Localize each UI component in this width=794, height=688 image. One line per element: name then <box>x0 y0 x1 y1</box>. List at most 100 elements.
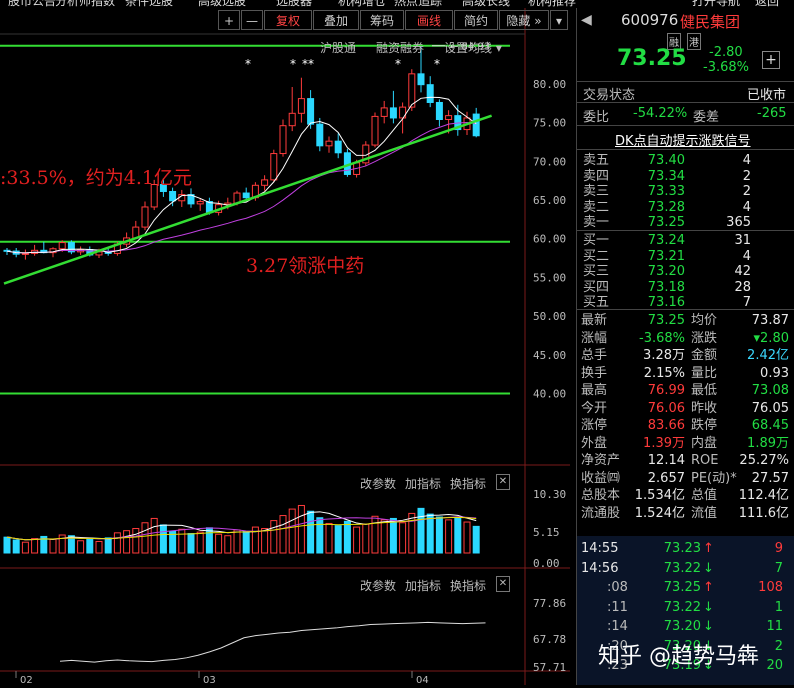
sh-connect-link[interactable]: 沪股通 <box>320 39 356 56</box>
candle-body <box>58 242 66 250</box>
dk-signal-link[interactable]: DK点自动提示涨跌信号 <box>615 130 751 149</box>
top-menu-item[interactable]: 选股器 <box>276 0 312 7</box>
add-watchlist-button[interactable]: + <box>762 51 780 69</box>
quote-cell: 2 <box>774 638 783 654</box>
top-menu-bar: 股市公告 分析师指数 条件选股 高级选股 选股器 机构增仓 热点追踪 高级长线 机构推荐 打开导航… <box>0 0 794 7</box>
quote-cell: 1.89万 <box>747 435 789 451</box>
quote-cell: 卖二 <box>583 199 610 215</box>
quote-cell: 总值 <box>691 488 718 503</box>
quote-cell: 收益㈣ <box>581 470 621 486</box>
panel1-add-indicator-button[interactable]: 加指标 <box>405 475 441 492</box>
top-menu-item[interactable]: 股市公告 <box>8 0 56 7</box>
candle-body <box>325 140 333 147</box>
prev-stock-icon[interactable]: ◀ <box>581 12 592 28</box>
volume-bar <box>380 519 388 554</box>
quote-cell: 73.22 <box>663 599 701 615</box>
top-menu-item[interactable]: 返回 <box>755 0 779 7</box>
quote-cell: 净资产 <box>581 453 621 468</box>
panel2-params-button[interactable]: 改参数 <box>360 577 396 594</box>
quote-cell: 73.20 <box>663 619 701 634</box>
panel2-add-indicator-button[interactable]: 加指标 <box>405 577 441 594</box>
hide-button[interactable]: 隐藏 » <box>499 10 549 30</box>
quote-cell: 73.87 <box>751 313 789 328</box>
volume-bar <box>141 522 149 554</box>
price-axis-label: 75.00 <box>533 117 566 130</box>
panel2-close-icon[interactable]: ✕ <box>496 576 510 592</box>
draw-line-button[interactable]: 画线 <box>405 10 453 30</box>
quote-cell: 昨收 <box>691 400 718 416</box>
quote-cell: 76.05 <box>751 400 789 416</box>
volume-bar <box>270 520 278 554</box>
volume-bar <box>371 515 379 554</box>
quote-row: 买二 73.21 4 <box>577 248 794 265</box>
quote-cell: 金额 <box>691 348 718 363</box>
chips-button[interactable]: 筹码 <box>360 10 404 30</box>
panel2-switch-indicator-button[interactable]: 换指标 <box>450 577 486 594</box>
annotation-sector-lead: 3.27领涨中药 <box>246 255 365 277</box>
quote-cell: ↓ <box>703 619 714 634</box>
volume-bar <box>325 522 333 554</box>
quote-cell: 1.524亿 <box>634 505 685 521</box>
candle-body <box>288 112 296 127</box>
order-ratio: -54.22% <box>633 106 688 121</box>
margin-trading-link[interactable]: 融资融券 <box>376 39 424 56</box>
quote-cell: 卖四 <box>583 168 610 184</box>
volume-bar <box>12 539 20 554</box>
quote-cell: 1 <box>774 599 783 615</box>
restore-rights-button[interactable]: 复权 <box>264 10 312 30</box>
quote-cell: 内盘 <box>691 435 718 451</box>
panel1-close-icon[interactable]: ✕ <box>496 474 510 490</box>
quote-row: 买三 73.20 42 <box>577 263 794 280</box>
quote-row: 买一 73.24 31 <box>577 232 794 249</box>
panel1-params-button[interactable]: 改参数 <box>360 475 396 492</box>
volume-bar <box>77 540 85 554</box>
quote-row: 买四 73.18 28 <box>577 279 794 296</box>
volume-bar <box>132 528 140 554</box>
volume-bar <box>95 540 103 554</box>
quote-cell: 76.06 <box>647 400 685 416</box>
volume-bar <box>389 517 397 554</box>
trade-status-label: 交易状态 <box>583 88 636 103</box>
top-menu-item[interactable]: 打开导航 <box>692 0 740 7</box>
candle-body <box>297 98 305 114</box>
quote-cell: 流值 <box>691 505 718 521</box>
overlay-button[interactable]: 叠加 <box>313 10 359 30</box>
quote-cell: 涨跌 <box>691 330 718 346</box>
zoom-in-button[interactable]: + <box>218 10 240 30</box>
simple-button[interactable]: 简约 <box>454 10 498 30</box>
quote-cell: 12.14 <box>647 453 685 468</box>
candle-body <box>196 201 204 205</box>
quote-cell: 1.534亿 <box>634 488 685 503</box>
candle-body <box>316 123 324 147</box>
top-menu-item[interactable]: 机构增仓 <box>338 0 386 7</box>
quote-row: 卖五 73.40 4 <box>577 152 794 169</box>
quote-cell: 73.25 <box>647 313 685 328</box>
top-menu-item[interactable]: 条件选股 <box>125 0 173 7</box>
quote-cell: 0.93 <box>760 365 789 381</box>
candle-body <box>417 73 425 86</box>
ma-settings-link[interactable]: 设置均线 ▾ <box>444 39 502 56</box>
top-menu-item[interactable]: 高级选股 <box>198 0 246 7</box>
quote-row: 14:56 73.22 ↓ 7 <box>577 560 794 577</box>
quote-cell: 28 <box>734 279 751 295</box>
price-axis-label: 70.00 <box>533 155 566 168</box>
quote-cell: 27.57 <box>751 470 789 486</box>
top-menu-item[interactable]: 分析师指数 <box>55 0 115 7</box>
quote-cell: 买二 <box>583 248 610 264</box>
candle-body <box>307 98 315 125</box>
volume-bar <box>343 520 351 554</box>
volume-bar <box>307 510 315 554</box>
volume-bar <box>334 525 342 554</box>
panel1-switch-indicator-button[interactable]: 换指标 <box>450 475 486 492</box>
quote-cell: 73.16 <box>647 295 685 310</box>
zoom-out-button[interactable]: — <box>241 10 263 30</box>
quote-row: 流通股 1.524亿 流值 111.6亿 <box>577 505 794 522</box>
candle-body <box>472 113 480 137</box>
quote-cell: -3.68% <box>639 330 685 346</box>
quote-cell: 买三 <box>583 264 610 279</box>
top-menu-item[interactable]: 热点追踪 <box>394 0 442 7</box>
quote-cell: ROE <box>691 453 719 468</box>
top-menu-item[interactable]: 机构推荐 <box>528 0 576 7</box>
top-menu-item[interactable]: 高级长线 <box>462 0 510 7</box>
toolbar-dropdown-button[interactable]: ▾ <box>550 10 568 30</box>
